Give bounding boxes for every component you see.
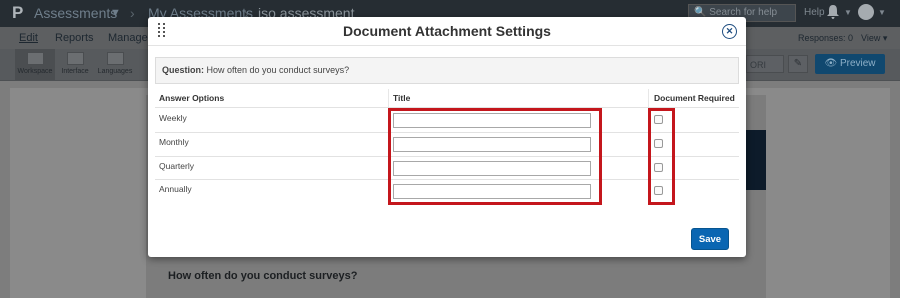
menu-view[interactable]: View ▾ xyxy=(861,33,887,44)
languages-tool[interactable]: Languages xyxy=(95,49,135,80)
interface-label: Interface xyxy=(61,68,89,75)
menu-view-label: View xyxy=(861,33,881,43)
breadcrumb-separator-icon: › xyxy=(130,5,135,21)
brush-icon xyxy=(67,52,84,65)
breadcrumb-assessments[interactable]: Assessments xyxy=(34,5,117,21)
question-label: Question: xyxy=(162,65,204,75)
help-link[interactable]: Help xyxy=(804,7,825,18)
document-attachment-settings-dialog: Document Attachment Settings ✕ Question:… xyxy=(148,17,746,257)
header-field[interactable]: ORI xyxy=(746,55,784,73)
app-logo[interactable]: P xyxy=(12,3,23,23)
question-text: How often do you conduct surveys? xyxy=(206,65,350,75)
workspace-icon xyxy=(27,52,44,65)
survey-question: How often do you conduct surveys? xyxy=(168,270,358,282)
answer-option-annually: Annually xyxy=(159,184,192,194)
answer-option-weekly: Weekly xyxy=(159,113,187,123)
question-box: Question: How often do you conduct surve… xyxy=(155,57,739,84)
workspace-label: Workspace xyxy=(17,68,53,75)
preview-label: Preview xyxy=(839,58,876,69)
chevron-down-icon[interactable]: ▼ xyxy=(844,8,852,17)
close-icon[interactable]: ✕ xyxy=(722,24,737,39)
user-avatar-icon[interactable] xyxy=(858,4,874,20)
languages-icon xyxy=(107,52,124,65)
chevron-down-icon[interactable]: ▼ xyxy=(110,7,121,19)
answer-option-monthly: Monthly xyxy=(159,137,189,147)
settings-tool[interactable]: Se xyxy=(135,49,149,80)
column-header-answer-options: Answer Options xyxy=(159,93,225,103)
workspace-tool[interactable]: Workspace xyxy=(15,49,55,80)
chevron-down-icon[interactable]: ▼ xyxy=(878,8,886,17)
highlight-title-column xyxy=(388,108,602,205)
column-header-title: Title xyxy=(393,93,411,103)
save-button[interactable]: Save xyxy=(691,228,729,250)
highlight-document-required-column xyxy=(648,108,675,205)
menu-edit[interactable]: Edit xyxy=(19,32,38,44)
dialog-title: Document Attachment Settings xyxy=(343,23,551,39)
settings-label: Se xyxy=(135,68,149,75)
interface-tool[interactable]: Interface xyxy=(55,49,95,80)
divider xyxy=(148,45,746,46)
pencil-icon[interactable]: ✎ xyxy=(788,55,808,73)
menu-reports[interactable]: Reports xyxy=(55,32,94,44)
preview-button[interactable]: 👁 Preview xyxy=(815,54,885,74)
responses-count: Responses: 0 xyxy=(798,33,854,43)
answer-option-quarterly: Quarterly xyxy=(159,161,194,171)
survey-header-band xyxy=(746,130,766,190)
bell-icon[interactable] xyxy=(826,4,840,20)
column-header-document-required: Document Required xyxy=(654,93,735,103)
languages-label: Languages xyxy=(97,68,133,75)
